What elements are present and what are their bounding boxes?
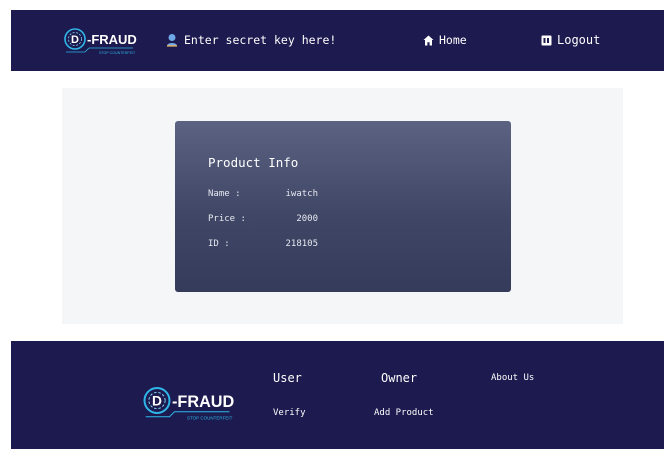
product-id-label: ID : bbox=[208, 239, 230, 249]
nav-home-link[interactable]: Home bbox=[423, 31, 467, 49]
brand-logo[interactable]: D -FRAUD STOP COUNTERFEIT bbox=[63, 25, 143, 57]
product-info-card: Product Info Name : iwatch Price : 2000 … bbox=[175, 121, 511, 292]
product-id-value: 218105 bbox=[285, 239, 318, 249]
svg-text:-FRAUD: -FRAUD bbox=[87, 32, 137, 47]
main-content-panel: Product Info Name : iwatch Price : 2000 … bbox=[62, 88, 623, 324]
product-name-label: Name : bbox=[208, 189, 241, 199]
nav-logout-label: Logout bbox=[557, 33, 601, 47]
svg-text:-FRAUD: -FRAUD bbox=[172, 393, 235, 411]
nav-logout-link[interactable]: Logout bbox=[541, 31, 600, 49]
footer-about-us-link[interactable]: About Us bbox=[491, 373, 534, 383]
footer-verify-link[interactable]: Verify bbox=[273, 408, 306, 418]
svg-text:STOP COUNTERFEIT: STOP COUNTERFEIT bbox=[99, 51, 136, 55]
user-pin-icon bbox=[167, 34, 177, 47]
product-price-value: 2000 bbox=[296, 214, 318, 224]
home-icon bbox=[423, 35, 434, 45]
product-price-label: Price : bbox=[208, 214, 246, 224]
secret-key-placeholder: Enter secret key here! bbox=[184, 33, 337, 47]
logout-icon bbox=[541, 35, 552, 45]
svg-text:STOP COUNTERFEIT: STOP COUNTERFEIT bbox=[187, 415, 233, 420]
product-name-value: iwatch bbox=[285, 189, 318, 199]
footer-user-heading: User bbox=[273, 371, 302, 385]
footer-owner-heading: Owner bbox=[381, 371, 418, 385]
footer-brand-logo: D -FRAUD STOP COUNTERFEIT bbox=[143, 387, 235, 420]
site-footer: D -FRAUD STOP COUNTERFEIT User Owner Abo… bbox=[11, 341, 664, 449]
top-navbar: D -FRAUD STOP COUNTERFEIT Enter secret k… bbox=[11, 10, 664, 71]
nav-home-label: Home bbox=[439, 33, 467, 47]
footer-add-product-link[interactable]: Add Product bbox=[374, 408, 434, 418]
svg-text:D: D bbox=[71, 34, 79, 46]
secret-key-input[interactable]: Enter secret key here! bbox=[166, 31, 336, 49]
svg-text:D: D bbox=[152, 394, 162, 409]
product-info-title: Product Info bbox=[208, 155, 299, 170]
